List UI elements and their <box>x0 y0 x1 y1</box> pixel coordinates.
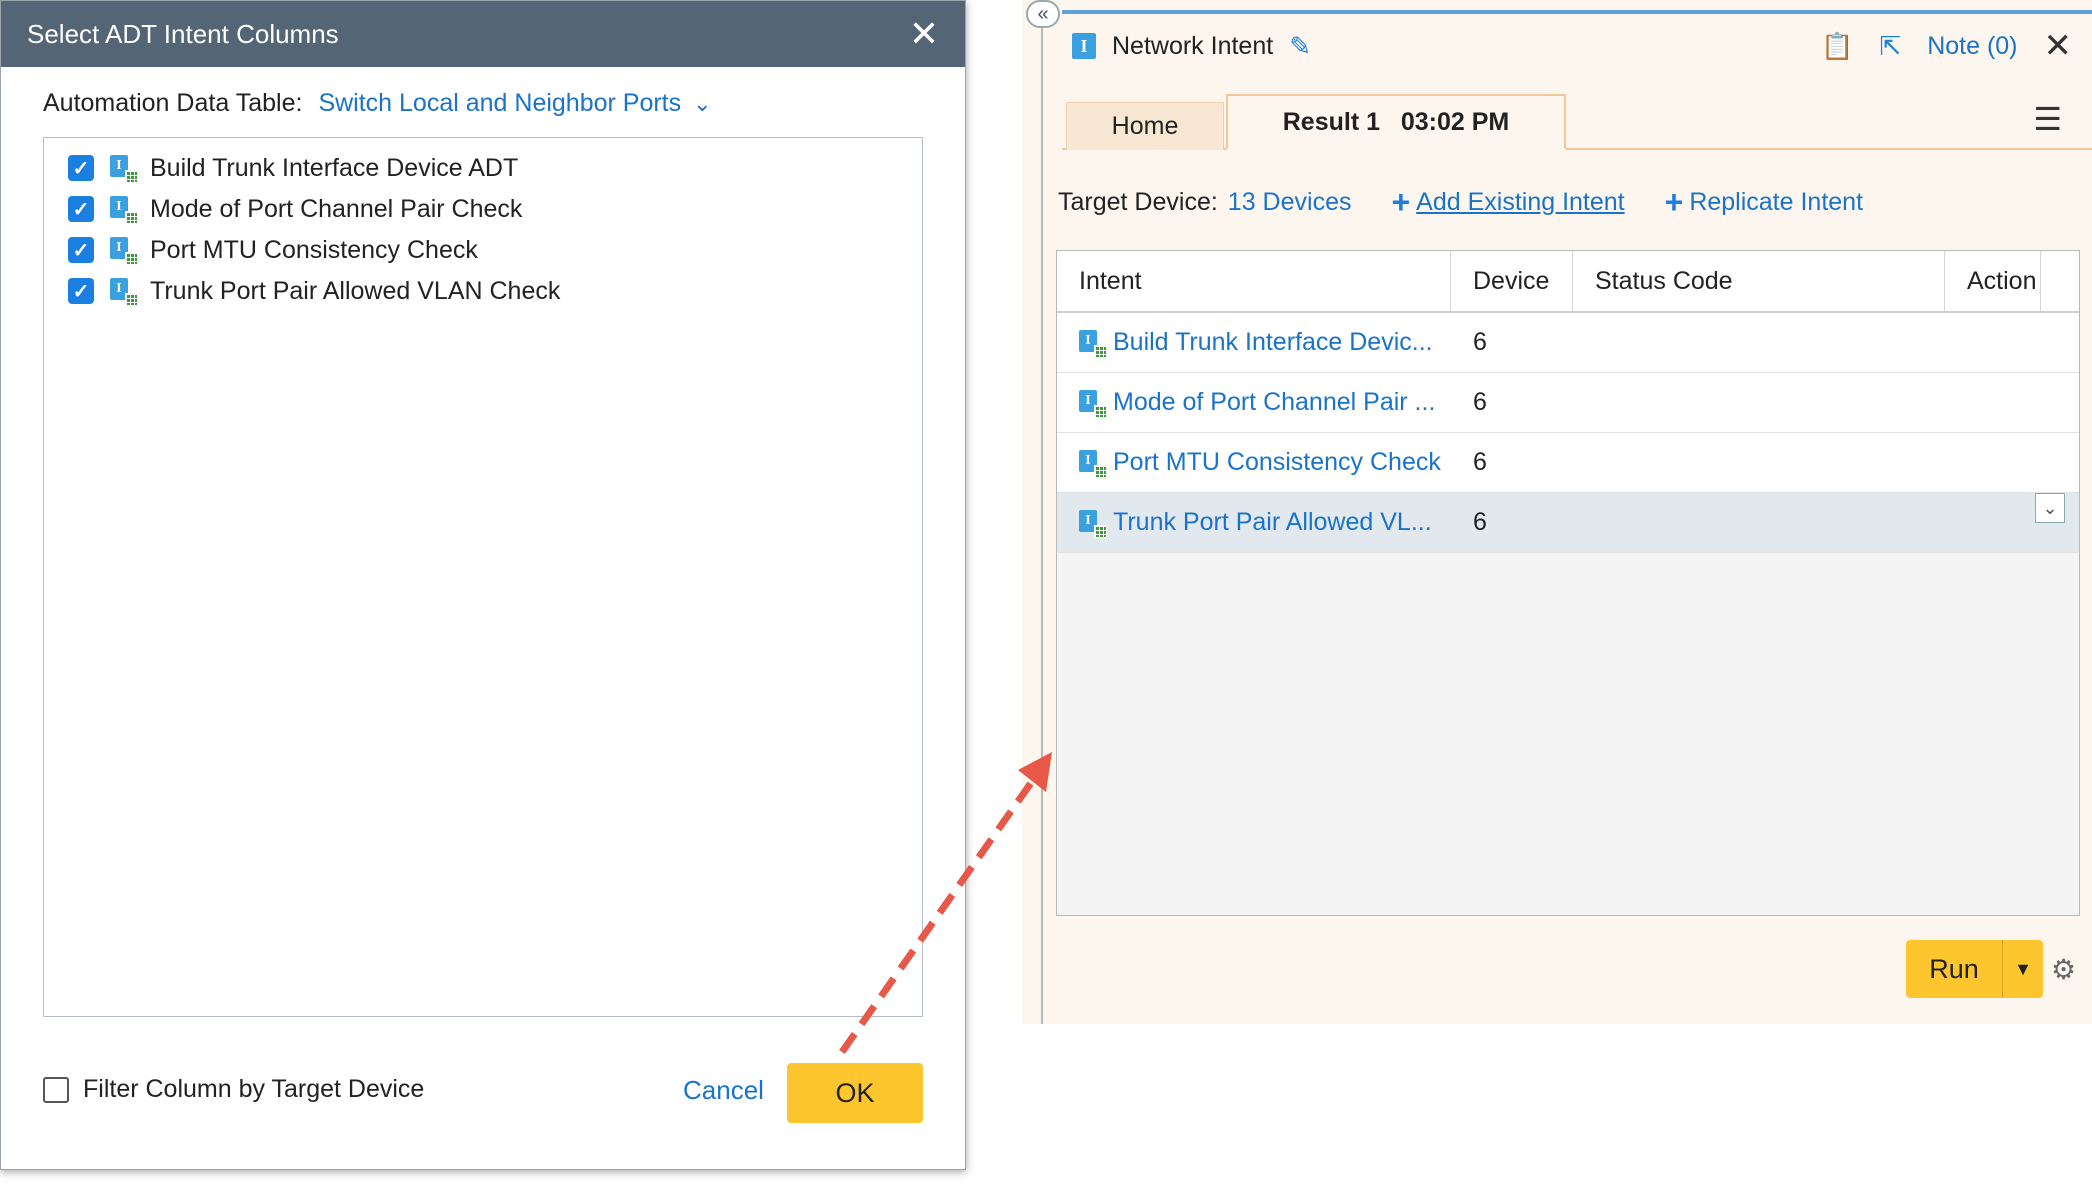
column-header-status-code[interactable]: Status Code <box>1573 251 1945 311</box>
intent-table-icon: I <box>110 278 138 306</box>
close-icon[interactable]: ✕ <box>909 16 939 52</box>
tab-home[interactable]: Home <box>1066 102 1224 150</box>
intent-table-icon: I <box>110 237 138 265</box>
checkbox-checked[interactable]: ✓ <box>68 278 94 304</box>
network-intent-panel: « I Network Intent ✎ 📋 ⇱ Note (0) ✕ Home… <box>1022 0 2092 1024</box>
intent-cell[interactable]: I Port MTU Consistency Check <box>1057 433 1451 492</box>
list-item-label: Mode of Port Channel Pair Check <box>150 194 523 223</box>
intent-column-list: ✓ I Build Trunk Interface Device ADT ✓ I… <box>43 137 923 1017</box>
column-header-intent[interactable]: Intent <box>1057 251 1451 311</box>
network-intent-icon: I <box>1072 33 1096 59</box>
dialog-title: Select ADT Intent Columns <box>27 18 339 49</box>
intent-cell[interactable]: I Build Trunk Interface Devic... <box>1057 313 1451 372</box>
target-device-row: Target Device: 13 Devices + Add Existing… <box>1058 184 1863 221</box>
target-label: Target Device: <box>1058 188 1218 216</box>
device-cell: 6 <box>1473 508 1487 536</box>
intent-table-icon: I <box>1079 329 1107 358</box>
list-item[interactable]: ✓ I Build Trunk Interface Device ADT <box>68 148 518 188</box>
checkbox-checked[interactable]: ✓ <box>68 196 94 222</box>
select-adt-columns-dialog: Select ADT Intent Columns ✕ Automation D… <box>0 0 966 1170</box>
intent-cell[interactable]: I Trunk Port Pair Allowed VL... <box>1057 493 1451 552</box>
checkbox-checked[interactable]: ✓ <box>68 155 94 181</box>
header-actions: 📋 ⇱ Note (0) ✕ <box>1821 26 2072 66</box>
chevron-down-icon[interactable]: ⌄ <box>693 91 711 117</box>
add-existing-intent-label: Add Existing Intent <box>1416 188 1625 216</box>
intent-cell[interactable]: I Mode of Port Channel Pair ... <box>1057 373 1451 432</box>
intent-link[interactable]: Trunk Port Pair Allowed VL... <box>1113 508 1432 537</box>
checkbox-checked[interactable]: ✓ <box>68 237 94 263</box>
intent-link[interactable]: Build Trunk Interface Devic... <box>1113 328 1433 357</box>
list-item[interactable]: ✓ I Port MTU Consistency Check <box>68 230 478 270</box>
gear-icon[interactable]: ⚙ <box>2051 953 2076 986</box>
tab-result-1[interactable]: Result 1 03:02 PM <box>1226 94 1566 150</box>
intent-table-icon: I <box>1079 509 1107 538</box>
run-button[interactable]: Run <box>1906 940 2003 998</box>
panel-header: I Network Intent ✎ 📋 ⇱ Note (0) ✕ <box>1072 26 2072 66</box>
device-cell: 6 <box>1473 328 1487 356</box>
intent-table-icon: I <box>110 196 138 224</box>
target-devices-link[interactable]: 13 Devices <box>1228 188 1352 217</box>
menu-icon[interactable]: ☰ <box>2033 100 2062 138</box>
replicate-intent-label: Replicate Intent <box>1689 188 1864 216</box>
intent-link[interactable]: Mode of Port Channel Pair ... <box>1113 388 1435 417</box>
clipboard-icon[interactable]: 📋 <box>1821 31 1853 62</box>
intent-table: Intent Device Status Code Action I Build… <box>1056 250 2080 916</box>
run-button-group: Run ▼ ⚙ <box>1906 940 2076 998</box>
device-cell: 6 <box>1473 448 1487 476</box>
adt-dropdown[interactable]: Switch Local and Neighbor Ports <box>318 89 681 118</box>
replicate-intent-button[interactable]: + Replicate Intent <box>1665 184 1863 221</box>
intent-link[interactable]: Port MTU Consistency Check <box>1113 448 1441 477</box>
column-header-device[interactable]: Device <box>1451 251 1573 311</box>
list-item[interactable]: ✓ I Mode of Port Channel Pair Check <box>68 189 522 229</box>
panel-divider <box>1041 20 1043 1024</box>
share-icon[interactable]: ⇱ <box>1879 31 1901 62</box>
run-dropdown-icon[interactable]: ▼ <box>2003 940 2043 998</box>
checkbox-unchecked[interactable] <box>43 1076 69 1103</box>
plus-icon: + <box>1391 184 1411 220</box>
note-button[interactable]: Note (0) <box>1927 32 2017 61</box>
collapse-icon[interactable]: « <box>1026 0 1060 28</box>
table-header: Intent Device Status Code Action <box>1057 251 2079 313</box>
adt-label: Automation Data Table: <box>43 89 303 117</box>
dialog-header: Select ADT Intent Columns ✕ <box>1 1 965 67</box>
panel-title: Network Intent <box>1112 31 1274 60</box>
table-row-selected[interactable]: I Trunk Port Pair Allowed VL... 6 ⌄ <box>1057 493 2079 553</box>
add-existing-intent-button[interactable]: + Add Existing Intent <box>1391 184 1624 221</box>
table-row[interactable]: I Mode of Port Channel Pair ... 6 <box>1057 373 2079 433</box>
adt-selector-row: Automation Data Table: Switch Local and … <box>43 89 712 118</box>
table-row[interactable]: I Port MTU Consistency Check 6 <box>1057 433 2079 493</box>
table-row[interactable]: I Build Trunk Interface Devic... 6 <box>1057 313 2079 373</box>
cancel-button[interactable]: Cancel <box>683 1075 764 1106</box>
list-item-label: Build Trunk Interface Device ADT <box>150 153 519 182</box>
ok-button[interactable]: OK <box>787 1063 923 1123</box>
edit-icon[interactable]: ✎ <box>1289 31 1311 62</box>
panel-top-border <box>1062 10 2092 14</box>
intent-table-icon: I <box>1079 389 1107 418</box>
intent-table-icon: I <box>110 155 138 183</box>
intent-table-icon: I <box>1079 449 1107 478</box>
close-icon[interactable]: ✕ <box>2044 26 2073 66</box>
filter-by-target-device[interactable]: Filter Column by Target Device <box>43 1075 424 1104</box>
plus-icon: + <box>1664 184 1684 220</box>
device-cell: 6 <box>1473 388 1487 416</box>
filter-label: Filter Column by Target Device <box>83 1075 425 1103</box>
list-item-label: Trunk Port Pair Allowed VLAN Check <box>150 276 561 305</box>
column-header-action[interactable]: Action <box>1945 251 2041 311</box>
row-action-dropdown[interactable]: ⌄ <box>2035 493 2065 523</box>
list-item[interactable]: ✓ I Trunk Port Pair Allowed VLAN Check <box>68 271 560 311</box>
list-item-label: Port MTU Consistency Check <box>150 235 478 264</box>
